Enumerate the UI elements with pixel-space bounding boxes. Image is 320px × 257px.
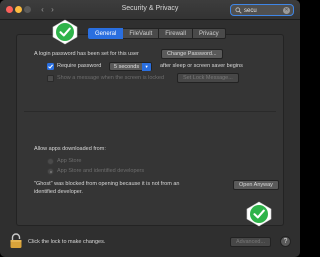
identified-developers-label: App Store and identified developers (57, 168, 145, 174)
app-store-radio[interactable] (47, 158, 54, 165)
after-sleep-text: after sleep or screen saver begins (160, 63, 243, 69)
open-anyway-button[interactable]: Open Anyway (233, 180, 279, 190)
search-field[interactable]: ✕ (230, 4, 294, 16)
password-set-text: A login password has been set for this u… (34, 51, 139, 57)
tab-filevault[interactable]: FileVault (123, 28, 160, 39)
lock-instructions: Click the lock to make changes. (28, 239, 106, 245)
lock-icon[interactable] (9, 233, 23, 249)
advanced-button[interactable]: Advanced... (230, 237, 272, 247)
search-input[interactable] (244, 6, 284, 15)
password-delay-select[interactable]: 5 seconds ▼ (109, 62, 153, 71)
tab-bar: General FileVault Firewall Privacy (88, 28, 226, 39)
security-privacy-window: ‹ › Security & Privacy ✕ General FileVau… (0, 0, 300, 257)
tab-firewall[interactable]: Firewall (159, 28, 193, 39)
checkmark-icon (48, 64, 54, 69)
identified-developers-radio[interactable] (47, 168, 54, 175)
chevron-down-icon: ▼ (142, 63, 152, 71)
clear-search-icon[interactable]: ✕ (283, 7, 290, 14)
set-lock-message-button[interactable]: Set Lock Message... (177, 73, 239, 83)
app-store-label: App Store (57, 158, 82, 164)
tab-privacy[interactable]: Privacy (192, 28, 226, 39)
blocked-app-message-cont: identified developer. (34, 189, 83, 195)
checkmark-badge-icon (246, 201, 272, 227)
require-password-checkbox[interactable] (47, 63, 54, 70)
search-icon (235, 7, 242, 14)
checkmark-badge-icon (52, 19, 78, 45)
show-message-checkbox[interactable] (47, 75, 54, 82)
footer-bar: Click the lock to make changes. Advanced… (0, 226, 300, 257)
help-button[interactable]: ? (280, 236, 291, 247)
show-message-label: Show a message when the screen is locked (57, 75, 165, 81)
section-divider (24, 111, 276, 112)
title-bar: ‹ › Security & Privacy ✕ (0, 0, 300, 20)
tab-general[interactable]: General (88, 28, 124, 39)
require-password-label: Require password (57, 63, 102, 69)
allow-apps-heading: Allow apps downloaded from: (34, 146, 106, 152)
password-delay-value: 5 seconds (114, 64, 140, 70)
change-password-button[interactable]: Change Password... (161, 49, 223, 59)
blocked-app-message: "Ghost" was blocked from opening because… (34, 181, 180, 187)
